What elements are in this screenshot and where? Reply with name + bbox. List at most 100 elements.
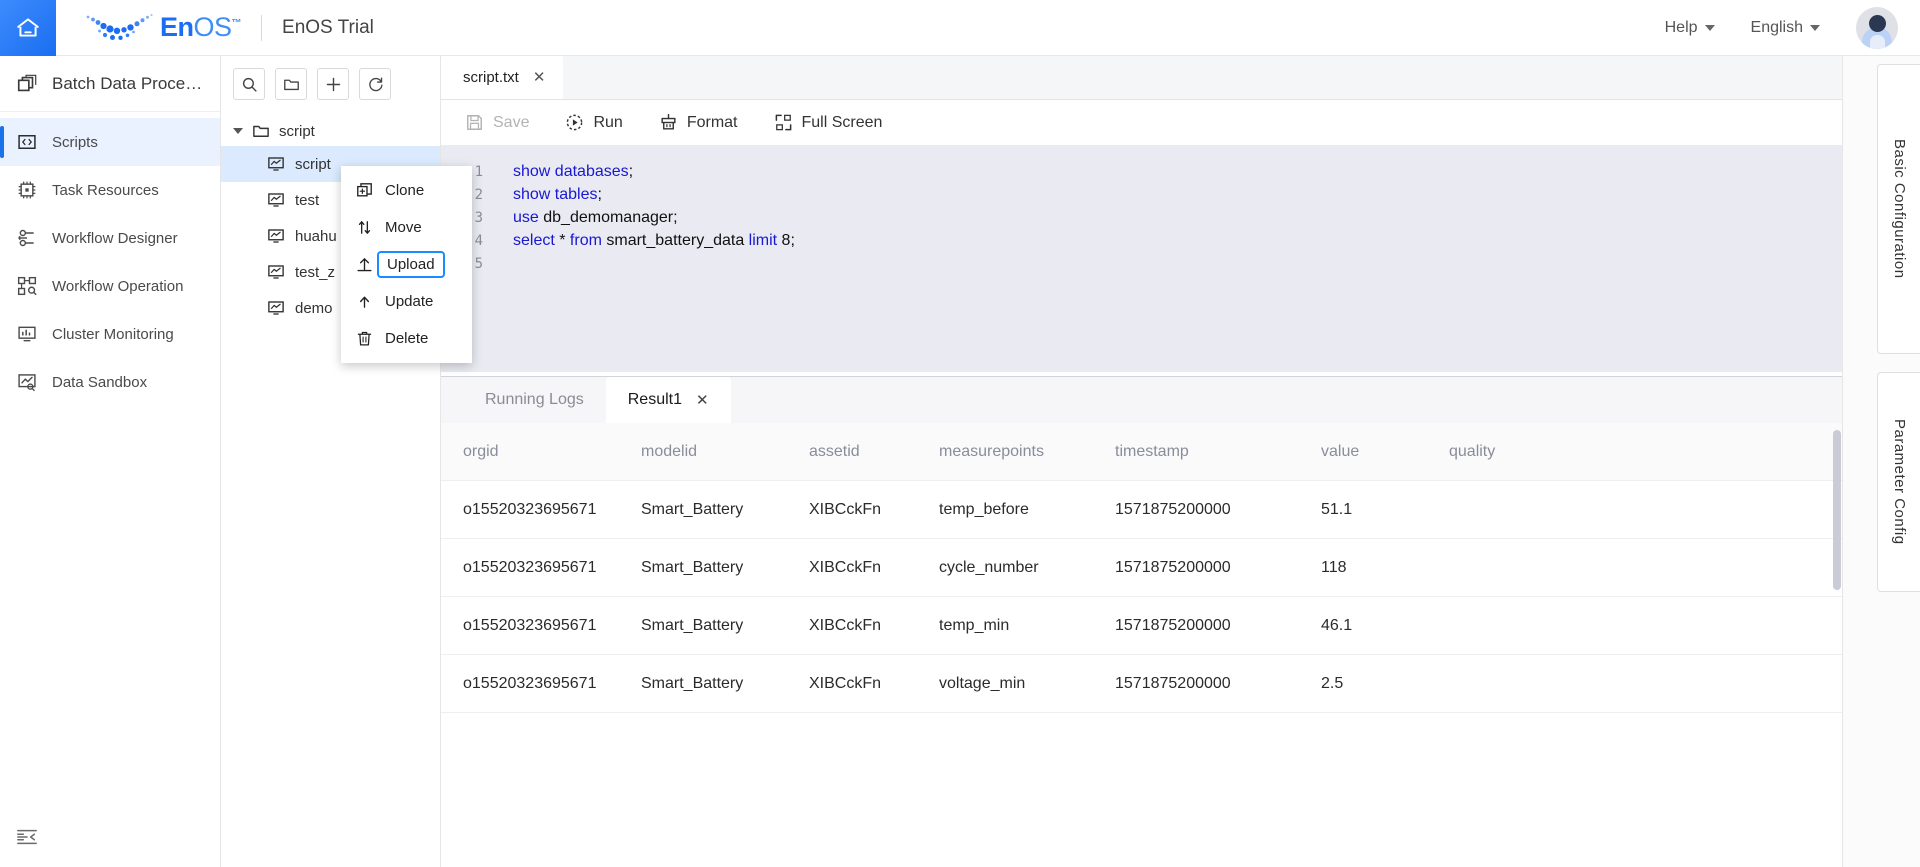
language-menu[interactable]: English xyxy=(1751,19,1820,37)
brand-logo[interactable]: EnOS™ xyxy=(84,11,242,45)
result-table: orgid modelid assetid measurepoints time… xyxy=(441,423,1842,713)
code-line: 3 use db_demomanager; xyxy=(441,206,1842,229)
close-icon[interactable]: ✕ xyxy=(696,391,709,409)
sidebar-item-scripts[interactable]: Scripts xyxy=(0,118,220,166)
table-row[interactable]: o15520323695671 Smart_Battery XIBCckFn t… xyxy=(441,597,1842,655)
context-menu-item-clone[interactable]: Clone xyxy=(341,172,472,209)
vertical-scrollbar[interactable] xyxy=(1833,430,1841,590)
table-header-row: orgid modelid assetid measurepoints time… xyxy=(441,423,1842,481)
run-label: Run xyxy=(593,113,623,131)
run-button[interactable]: Run xyxy=(565,113,623,132)
sidebar-item-label: Scripts xyxy=(52,133,98,151)
column-header-measurepoints: measurepoints xyxy=(939,442,1044,460)
help-menu[interactable]: Help xyxy=(1665,19,1715,37)
sidebar-item-label: Workflow Operation xyxy=(52,277,184,295)
sidebar-item-workflow-operation[interactable]: Workflow Operation xyxy=(0,262,220,310)
column-header-assetid: assetid xyxy=(809,442,860,460)
flow-nodes-icon xyxy=(16,228,38,248)
context-menu-item-label: Clone xyxy=(385,182,425,199)
refresh-icon xyxy=(368,76,383,91)
collapse-sidebar-button[interactable] xyxy=(16,826,38,853)
format-label: Format xyxy=(686,113,738,131)
sidebar-item-task-resources[interactable]: Task Resources xyxy=(0,166,220,214)
format-brush-icon xyxy=(659,113,678,132)
cell-modelid: Smart_Battery xyxy=(641,616,744,634)
cell-modelid: Smart_Battery xyxy=(641,558,744,576)
save-button[interactable]: Save xyxy=(465,113,529,132)
cell-timestamp: 1571875200000 xyxy=(1115,500,1231,518)
avatar-head xyxy=(1868,14,1886,32)
help-label: Help xyxy=(1664,18,1698,36)
add-script-button[interactable] xyxy=(317,68,349,100)
save-icon xyxy=(465,113,484,132)
context-menu-item-move[interactable]: Move xyxy=(341,209,472,246)
tab-result1[interactable]: Result1 ✕ xyxy=(605,377,731,423)
close-icon[interactable]: ✕ xyxy=(533,68,546,86)
editor-tab-bar: script.txt ✕ xyxy=(441,55,1842,100)
avatar[interactable] xyxy=(1856,6,1898,49)
tree-folder-root[interactable]: script xyxy=(221,116,440,146)
cell-orgid: o15520323695671 xyxy=(463,500,597,518)
sidebar-item-label: Task Resources xyxy=(52,181,159,199)
cell-modelid: Smart_Battery xyxy=(641,674,744,692)
code-line: 5 xyxy=(441,252,1842,275)
tree-folder-label: script xyxy=(279,122,315,140)
parameter-config-panel-tab[interactable]: Parameter Config xyxy=(1877,372,1920,592)
cell-timestamp: 1571875200000 xyxy=(1115,674,1231,692)
save-label: Save xyxy=(493,113,530,131)
stacked-layers-icon xyxy=(17,74,37,91)
file-context-menu: Clone Move Upload Update Delete xyxy=(341,166,472,363)
cell-measurepoints: voltage_min xyxy=(939,674,1026,692)
cell-value: 51.1 xyxy=(1321,500,1353,518)
code-text: show tables; xyxy=(513,185,602,203)
product-title: EnOS Trial xyxy=(282,16,374,38)
tab-running-logs[interactable]: Running Logs xyxy=(463,377,606,423)
cell-assetid: XIBCckFn xyxy=(809,674,882,692)
search-button[interactable] xyxy=(233,68,265,100)
cell-timestamp: 1571875200000 xyxy=(1115,558,1231,576)
table-row[interactable]: o15520323695671 Smart_Battery XIBCckFn t… xyxy=(441,481,1842,539)
cell-assetid: XIBCckFn xyxy=(809,616,882,634)
collapse-sidebar-icon xyxy=(17,829,37,845)
folder-icon xyxy=(283,79,299,90)
sidebar-item-label: Workflow Designer xyxy=(52,229,178,247)
column-header-timestamp: timestamp xyxy=(1115,442,1189,460)
tab-label: Result1 xyxy=(627,391,682,408)
new-folder-button[interactable] xyxy=(275,68,307,100)
editor-toolbar: Save Run Format Full Screen xyxy=(441,100,1842,146)
format-button[interactable]: Format xyxy=(659,113,738,132)
sidebar-item-cluster-monitoring[interactable]: Cluster Monitoring xyxy=(0,310,220,358)
monitor-chart-icon xyxy=(16,324,38,344)
chevron-down-icon[interactable] xyxy=(231,128,245,134)
sql-code-editor[interactable]: 1 show databases; 2 show tables; 3 use d… xyxy=(441,146,1842,372)
table-row[interactable]: o15520323695671 Smart_Battery XIBCckFn c… xyxy=(441,539,1842,597)
folder-icon xyxy=(253,125,269,137)
cell-assetid: XIBCckFn xyxy=(809,558,882,576)
enos-dots-icon xyxy=(86,13,153,40)
fullscreen-icon xyxy=(774,113,793,132)
context-menu-item-upload[interactable]: Upload xyxy=(341,246,472,283)
sidebar-item-workflow-designer[interactable]: Workflow Designer xyxy=(0,214,220,262)
cell-value: 46.1 xyxy=(1321,616,1353,634)
full-screen-label: Full Screen xyxy=(801,113,883,131)
editor-tab-script-txt[interactable]: script.txt ✕ xyxy=(441,55,564,99)
plus-icon xyxy=(326,77,340,91)
enos-batch-data-processing-app: EnOS™ EnOS Trial Help English Batch Data… xyxy=(0,0,1920,867)
sidebar-item-data-sandbox[interactable]: Data Sandbox xyxy=(0,358,220,406)
sidebar-header[interactable]: Batch Data Proce… xyxy=(0,56,220,112)
brand-os: OS xyxy=(193,12,233,42)
full-screen-button[interactable]: Full Screen xyxy=(774,113,883,132)
cell-measurepoints: cycle_number xyxy=(939,558,1039,576)
tab-label: Running Logs xyxy=(485,391,584,408)
script-file-icon xyxy=(268,157,284,171)
refresh-button[interactable] xyxy=(359,68,391,100)
table-row[interactable]: o15520323695671 Smart_Battery XIBCckFn v… xyxy=(441,655,1842,713)
context-menu-item-update[interactable]: Update xyxy=(341,283,472,320)
basic-configuration-panel-tab[interactable]: Basic Configuration xyxy=(1877,64,1920,354)
code-line: 1 show databases; xyxy=(441,160,1842,183)
home-button[interactable] xyxy=(0,0,56,56)
top-navigation-bar: EnOS™ EnOS Trial Help English xyxy=(0,0,1920,56)
context-menu-item-delete[interactable]: Delete xyxy=(341,320,472,357)
cell-value: 2.5 xyxy=(1321,674,1344,692)
chevron-down-icon xyxy=(1704,24,1715,31)
